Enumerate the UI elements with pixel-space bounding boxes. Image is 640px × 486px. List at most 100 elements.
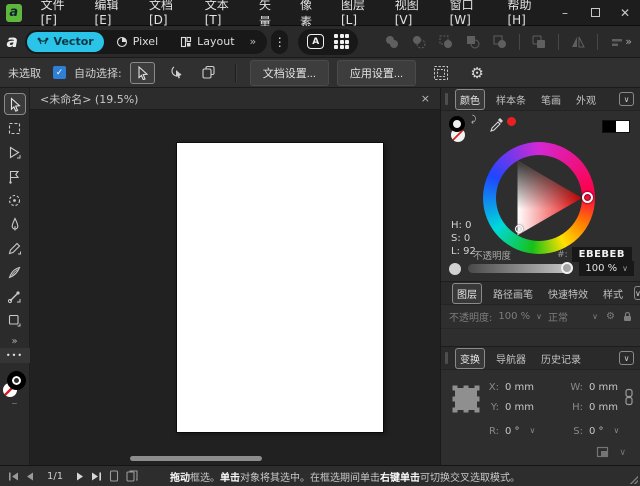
- fill-swatch[interactable]: [7, 371, 26, 390]
- point-transform-tool[interactable]: [4, 189, 26, 211]
- panel-drag-grip[interactable]: [445, 352, 448, 364]
- corner-tool[interactable]: [4, 165, 26, 187]
- layers-opacity-chevron-icon[interactable]: ∨: [536, 312, 542, 321]
- anchor-point-selector[interactable]: [451, 384, 481, 414]
- vector-brush-tool[interactable]: [4, 261, 26, 283]
- move-tool[interactable]: [4, 93, 26, 115]
- boolean-combine-icon[interactable]: [492, 34, 508, 50]
- color-triangle[interactable]: [496, 155, 582, 241]
- opacity-chevron-icon[interactable]: ∨: [622, 264, 628, 273]
- close-button[interactable]: ✕: [610, 0, 640, 26]
- hue-ring-marker[interactable]: [582, 192, 593, 203]
- blend-mode-value[interactable]: 正常: [548, 309, 568, 324]
- h-field[interactable]: 0 mm: [589, 402, 618, 413]
- persona-options-kebab-icon[interactable]: ⋮: [271, 30, 288, 54]
- tab-history[interactable]: 历史记录: [537, 349, 585, 368]
- persona-pixel[interactable]: Pixel: [106, 32, 168, 52]
- document-settings-button[interactable]: 文档设置...: [250, 60, 329, 86]
- triangle-marker[interactable]: [515, 225, 523, 233]
- y-field[interactable]: 0 mm: [505, 402, 534, 413]
- layers-list-empty[interactable]: [441, 329, 640, 347]
- opacity-slider[interactable]: [468, 264, 572, 273]
- rectangle-tool[interactable]: [4, 309, 26, 331]
- w-field[interactable]: 0 mm: [589, 382, 618, 393]
- swap-colors-icon[interactable]: ⤸: [471, 115, 476, 125]
- r-field[interactable]: 0 °: [505, 426, 520, 437]
- blend-options-gear-icon[interactable]: ⚙: [606, 311, 615, 322]
- picked-color-dot[interactable]: [507, 117, 516, 126]
- next-page-icon[interactable]: [76, 472, 84, 481]
- boolean-add-icon[interactable]: [384, 34, 400, 50]
- horizontal-scrollbar[interactable]: [130, 456, 262, 461]
- select-artboard-button[interactable]: A: [307, 34, 324, 49]
- tab-layers[interactable]: 图层: [452, 283, 482, 304]
- lock-icon[interactable]: [623, 311, 632, 322]
- boolean-divide-icon[interactable]: [465, 34, 481, 50]
- boolean-intersect-icon[interactable]: [438, 34, 454, 50]
- eyedropper-icon[interactable]: [489, 117, 505, 133]
- document-tab-close-icon[interactable]: ×: [411, 92, 440, 105]
- minimize-button[interactable]: –: [550, 0, 580, 26]
- snapping-grid-icon[interactable]: [334, 34, 349, 49]
- s-chevron-icon[interactable]: ∨: [614, 426, 620, 437]
- last-page-icon[interactable]: [91, 472, 102, 481]
- x-field[interactable]: 0 mm: [505, 382, 534, 393]
- node-tool[interactable]: [4, 141, 26, 163]
- opacity-value-field[interactable]: 100 % ∨: [579, 261, 634, 276]
- tools-ellipsis-icon[interactable]: •••: [0, 348, 30, 363]
- page-single-icon[interactable]: [109, 470, 119, 482]
- panel-fill-swatch[interactable]: [449, 116, 465, 132]
- select-mode-object-button[interactable]: [163, 62, 188, 84]
- document-page[interactable]: [177, 143, 383, 432]
- fill-tool[interactable]: [4, 285, 26, 307]
- auto-select-checkbox[interactable]: ✓: [53, 66, 66, 79]
- tab-styles[interactable]: 样式: [599, 284, 627, 303]
- fill-stroke-swatches[interactable]: [3, 371, 27, 397]
- aspect-link-icon[interactable]: [624, 388, 634, 406]
- artboard-tool[interactable]: [4, 117, 26, 139]
- opacity-slider-knob[interactable]: [561, 262, 573, 274]
- flip-icon[interactable]: [570, 34, 586, 50]
- pen-tool[interactable]: [4, 213, 26, 235]
- select-mode-cursor-button[interactable]: [130, 62, 155, 84]
- settings-gear-button[interactable]: ⚙: [466, 62, 488, 84]
- panel-menu-chevron-icon[interactable]: ∨: [619, 351, 634, 365]
- transform-extra-chevron-icon[interactable]: ∨: [619, 448, 626, 458]
- more-tools-icon[interactable]: »: [11, 336, 17, 347]
- tab-swatches[interactable]: 样本条: [492, 90, 530, 109]
- tab-appearance[interactable]: 外观: [572, 90, 600, 109]
- boolean-subtract-icon[interactable]: [411, 34, 427, 50]
- document-tab[interactable]: <未命名> (19.5%): [30, 91, 411, 107]
- hex-value-field[interactable]: EBEBEB: [572, 247, 632, 262]
- duplicate-icon[interactable]: [531, 34, 547, 50]
- maximize-button[interactable]: [580, 0, 610, 26]
- s-field[interactable]: 0 °: [589, 426, 604, 437]
- app-settings-button[interactable]: 应用设置...: [337, 60, 416, 86]
- grayscale-swatch[interactable]: [602, 120, 630, 133]
- persona-layout[interactable]: Layout: [170, 32, 244, 52]
- panel-menu-chevron-icon[interactable]: ∨: [634, 286, 640, 300]
- align-icon[interactable]: [609, 34, 625, 50]
- margins-button[interactable]: [430, 62, 452, 84]
- canvas-viewport[interactable]: [30, 110, 440, 465]
- panel-drag-grip[interactable]: [445, 93, 448, 105]
- persona-overflow-icon[interactable]: »: [247, 35, 260, 48]
- color-wheel[interactable]: [483, 142, 595, 254]
- stroke-style-indicator-icon[interactable]: ⌣: [12, 399, 18, 409]
- opacity-swatch[interactable]: [449, 263, 461, 275]
- panel-menu-chevron-icon[interactable]: ∨: [619, 92, 634, 106]
- first-page-icon[interactable]: [8, 472, 19, 481]
- pencil-tool[interactable]: [4, 237, 26, 259]
- prev-page-icon[interactable]: [26, 472, 34, 481]
- resize-grip[interactable]: [630, 476, 638, 484]
- tab-stroke[interactable]: 笔画: [537, 90, 565, 109]
- r-chevron-icon[interactable]: ∨: [530, 426, 536, 437]
- persona-vector[interactable]: Vector: [27, 32, 104, 52]
- panel-fill-stroke-swatches[interactable]: ⤸: [449, 116, 479, 142]
- tab-color[interactable]: 颜色: [455, 89, 485, 110]
- tab-transform[interactable]: 变换: [455, 348, 485, 369]
- tab-path-brushes[interactable]: 路径画笔: [489, 284, 537, 303]
- select-mode-group-button[interactable]: [196, 62, 221, 84]
- overlap-squares-icon[interactable]: [596, 446, 611, 459]
- toolbar-overflow-icon[interactable]: »: [625, 35, 632, 48]
